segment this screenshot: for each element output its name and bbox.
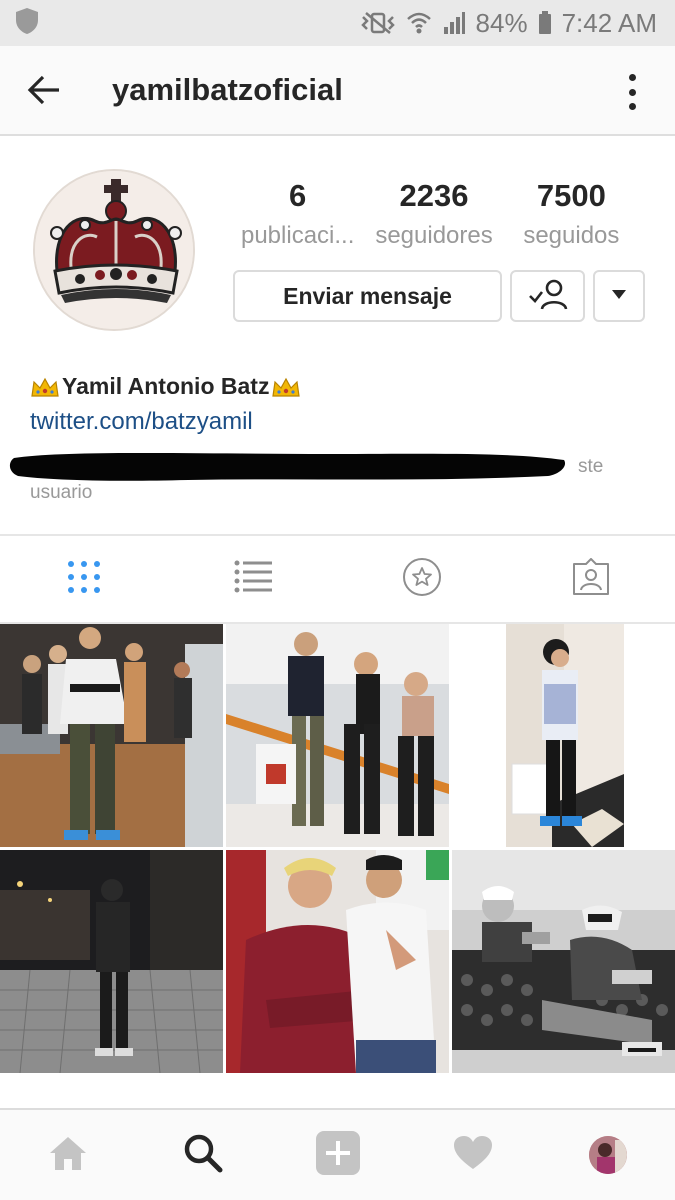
bio-name: Yamil Antonio Batz <box>30 373 301 400</box>
header: yamilbatzoficial <box>0 46 675 136</box>
clock-text: 7:42 AM <box>561 7 657 38</box>
following-button[interactable] <box>510 270 585 322</box>
nav-home[interactable] <box>0 1110 135 1200</box>
stat-label: seguidores <box>375 222 493 249</box>
page-title: yamilbatzoficial <box>112 72 343 107</box>
bio-link[interactable]: twitter.com/batzyamil <box>30 408 253 436</box>
plus-square-icon <box>315 1130 361 1181</box>
arrow-left-icon <box>27 75 61 110</box>
stat-posts[interactable]: 6 publicaci... <box>230 176 365 256</box>
post-image <box>452 624 675 847</box>
bio-hint-end: ste <box>578 456 604 477</box>
tab-list[interactable] <box>169 536 338 622</box>
stat-label: publicaci... <box>240 222 355 249</box>
avatar <box>588 1136 627 1174</box>
caret-down-icon <box>611 287 627 305</box>
bio-name-text: Yamil Antonio Batz <box>62 373 270 399</box>
grid-icon <box>67 560 101 599</box>
send-message-button[interactable]: Enviar mensaje <box>233 270 502 322</box>
nav-profile[interactable] <box>540 1110 675 1200</box>
post-image <box>0 850 223 1073</box>
star-circle-icon <box>402 557 442 602</box>
crown-emoji-icon <box>30 376 60 398</box>
post-image <box>452 850 675 1073</box>
profile-avatar[interactable] <box>33 169 195 331</box>
tab-tagged[interactable] <box>506 536 675 622</box>
signal-icon <box>442 11 466 35</box>
stat-label: seguidos <box>523 222 620 249</box>
more-vertical-icon <box>628 88 636 96</box>
heart-icon <box>453 1135 493 1176</box>
stat-value: 6 <box>289 178 307 213</box>
stat-value: 7500 <box>536 178 606 213</box>
back-button[interactable] <box>22 70 66 114</box>
user-check-icon <box>528 278 568 315</box>
nav-search[interactable] <box>135 1110 270 1200</box>
suggestions-dropdown-button[interactable] <box>593 270 645 322</box>
post-thumbnail[interactable] <box>226 624 449 847</box>
list-icon <box>234 560 273 599</box>
more-vertical-icon <box>628 103 636 110</box>
post-thumbnail[interactable] <box>0 850 223 1073</box>
stat-following[interactable]: 7500 seguidos <box>503 176 640 256</box>
tab-saved[interactable] <box>338 536 507 622</box>
crown-emoji-icon <box>271 376 301 398</box>
posts-grid <box>0 624 675 1074</box>
more-vertical-icon <box>628 74 636 81</box>
post-thumbnail[interactable] <box>452 850 675 1073</box>
profile-tabs <box>0 534 675 624</box>
post-thumbnail[interactable] <box>0 624 223 847</box>
profile-stats: 6 publicaci... 2236 seguidores 7500 segu… <box>230 176 640 256</box>
post-image <box>226 850 449 1073</box>
post-thumbnail[interactable] <box>226 850 449 1073</box>
nav-activity[interactable] <box>405 1110 540 1200</box>
post-image <box>226 624 449 847</box>
bottom-navigation <box>0 1108 675 1200</box>
wifi-icon <box>406 11 432 35</box>
post-image <box>0 624 223 847</box>
options-button[interactable] <box>617 70 647 114</box>
battery-text: 84% <box>475 7 528 38</box>
stat-followers[interactable]: 2236 seguidores <box>365 176 502 256</box>
tagged-user-icon <box>572 557 610 601</box>
vibrate-icon <box>360 11 396 35</box>
status-bar: 84% 7:42 AM <box>0 0 675 46</box>
battery-icon <box>538 11 552 35</box>
shield-icon <box>14 7 40 40</box>
nav-add[interactable] <box>270 1110 405 1200</box>
redaction-mark <box>9 453 566 481</box>
stat-value: 2236 <box>399 178 469 213</box>
profile-section: 6 publicaci... 2236 seguidores 7500 segu… <box>0 136 675 534</box>
post-thumbnail[interactable] <box>452 624 675 847</box>
crown-image <box>35 171 193 329</box>
search-icon <box>183 1133 223 1178</box>
tab-grid[interactable] <box>0 536 169 622</box>
home-icon <box>48 1135 88 1176</box>
